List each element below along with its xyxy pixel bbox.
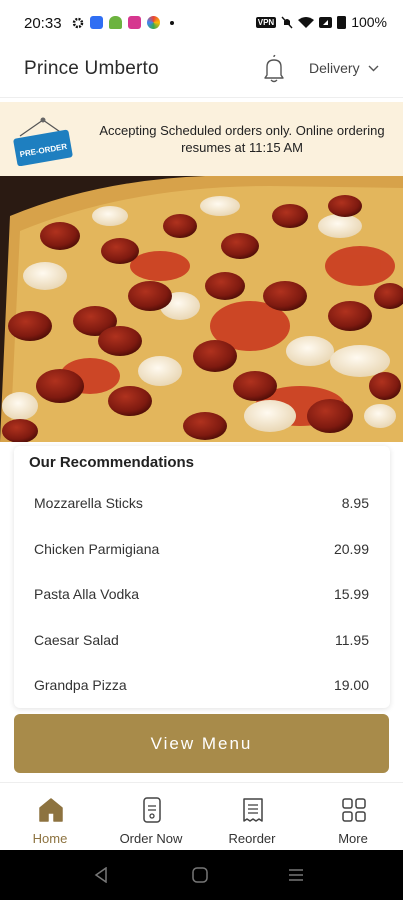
wifi-icon — [298, 16, 315, 28]
nav-item-more[interactable]: More — [303, 783, 403, 851]
settings-icon — [72, 17, 84, 28]
back-icon[interactable] — [94, 867, 108, 883]
android-icon — [109, 16, 122, 29]
nav-label: More — [338, 831, 368, 846]
recommendation-item[interactable]: Mozzarella Sticks 8.95 — [14, 495, 390, 540]
home-icon — [39, 798, 63, 822]
nav-label: Reorder — [228, 831, 276, 846]
notification-bell-icon[interactable] — [260, 54, 288, 84]
app-header: Prince Umberto Delivery — [0, 48, 403, 98]
status-right: VPN 100% — [255, 14, 387, 30]
battery-level: 100% — [351, 14, 387, 30]
item-name: Chicken Parmigiana — [34, 541, 160, 557]
delivery-mode-label: Delivery — [309, 60, 360, 76]
order-icon — [143, 797, 161, 823]
item-name: Grandpa Pizza — [34, 677, 127, 693]
item-price: 20.99 — [333, 541, 369, 557]
battery-icon — [337, 16, 347, 29]
item-price: 8.95 — [341, 495, 369, 511]
pizza-illustration — [0, 176, 403, 442]
item-price: 15.99 — [333, 586, 369, 602]
nav-label: Order Now — [119, 831, 183, 846]
recommendations-card: Our Recommendations Mozzarella Sticks 8.… — [14, 446, 390, 708]
home-button-icon[interactable] — [192, 867, 208, 883]
preorder-banner: PRE-ORDER Accepting Scheduled orders onl… — [0, 102, 403, 176]
item-name: Mozzarella Sticks — [34, 495, 143, 511]
signal-icon — [319, 16, 333, 28]
system-nav-bar — [0, 850, 403, 900]
notification-icons — [72, 16, 174, 29]
hero-pizza-image — [0, 176, 403, 442]
item-name: Pasta Alla Vodka — [34, 586, 140, 602]
status-time: 20:33 — [24, 15, 62, 32]
delivery-mode-dropdown[interactable]: Delivery — [309, 60, 379, 76]
item-name: Caesar Salad — [34, 632, 119, 648]
chevron-down-icon — [368, 65, 379, 71]
grid-icon — [342, 798, 366, 822]
nav-item-home[interactable]: Home — [0, 783, 100, 851]
nav-item-reorder[interactable]: Reorder — [202, 783, 302, 851]
banner-message: Accepting Scheduled orders only. Online … — [99, 123, 385, 155]
recommendation-item[interactable]: Caesar Salad 11.95 — [14, 632, 390, 677]
item-price: 11.95 — [335, 632, 369, 648]
recommendation-item[interactable]: Grandpa Pizza 19.00 — [14, 677, 390, 708]
status-bar: 20:33 VPN 100% — [0, 0, 403, 48]
vpn-icon: VPN — [255, 16, 277, 28]
recommendations-title: Our Recommendations — [29, 454, 195, 471]
preorder-sign-icon: PRE-ORDER — [13, 117, 73, 166]
bottom-nav: Home Order Now Reorder More — [0, 782, 403, 850]
photos-icon — [147, 16, 160, 29]
instagram-icon — [128, 16, 141, 29]
restaurant-name: Prince Umberto — [24, 58, 159, 79]
recommendation-item[interactable]: Pasta Alla Vodka 15.99 — [14, 586, 390, 631]
app-notification-icon — [90, 16, 103, 29]
item-price: 19.00 — [333, 677, 369, 693]
nav-label: Home — [32, 831, 68, 846]
recommendation-item[interactable]: Chicken Parmigiana 20.99 — [14, 541, 390, 586]
mute-icon — [281, 16, 293, 28]
receipt-icon — [243, 798, 263, 822]
recents-icon[interactable] — [288, 867, 304, 883]
more-notifications-icon — [170, 20, 174, 25]
view-menu-button[interactable]: View Menu — [14, 714, 389, 773]
nav-item-order-now[interactable]: Order Now — [101, 783, 201, 851]
